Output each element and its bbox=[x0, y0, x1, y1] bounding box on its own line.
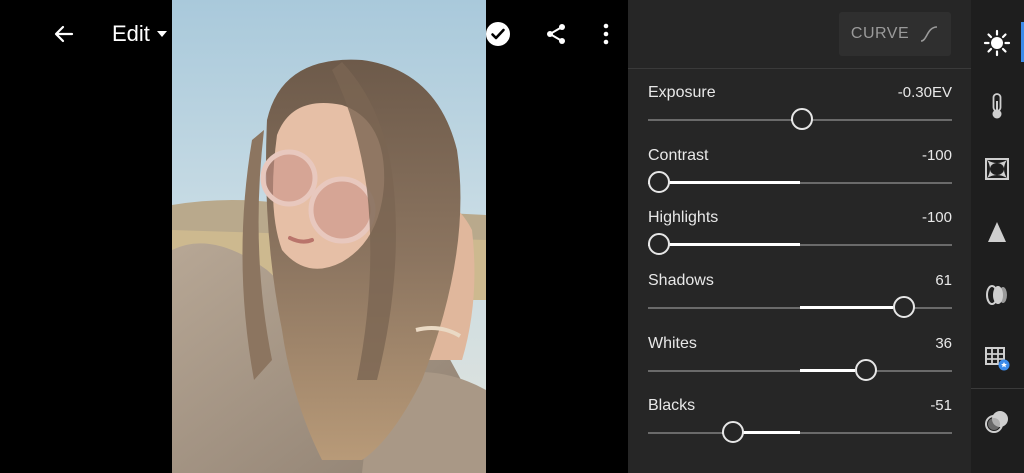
tool-color[interactable] bbox=[979, 88, 1015, 124]
more-options-button[interactable] bbox=[588, 16, 624, 52]
slider-label: Blacks bbox=[648, 397, 696, 414]
tool-detail[interactable] bbox=[979, 214, 1015, 250]
curve-label: CURVE bbox=[850, 25, 910, 42]
page-title: Edit bbox=[112, 21, 150, 46]
back-arrow-icon bbox=[54, 25, 74, 43]
effects-vignette-icon bbox=[985, 158, 1009, 180]
tool-geometry[interactable] bbox=[979, 340, 1015, 376]
share-button[interactable] bbox=[538, 16, 574, 52]
tool-optics[interactable] bbox=[979, 277, 1015, 313]
slider-label: Highlights bbox=[648, 209, 719, 226]
tool-effects[interactable] bbox=[979, 151, 1015, 187]
slider-fill bbox=[648, 243, 800, 246]
slider-label: Exposure bbox=[648, 84, 716, 101]
dropdown-caret-icon bbox=[156, 31, 167, 37]
slider-track[interactable] bbox=[648, 432, 952, 434]
slider-value: -100 bbox=[921, 209, 952, 226]
slider-fill bbox=[648, 181, 800, 184]
more-vertical-icon bbox=[603, 23, 609, 45]
tool-sidebar bbox=[971, 0, 1024, 473]
presets-icon bbox=[985, 411, 1008, 433]
slider-highlights[interactable]: Highlights -100 bbox=[648, 209, 952, 265]
slider-label: Whites bbox=[648, 335, 697, 352]
slider-handle[interactable] bbox=[648, 233, 670, 255]
slider-handle[interactable] bbox=[722, 421, 744, 443]
slider-value: -0.30EV bbox=[897, 84, 952, 101]
slider-whites[interactable]: Whites 36 bbox=[648, 335, 952, 391]
done-check-icon bbox=[486, 22, 510, 46]
detail-icon bbox=[988, 222, 1006, 242]
sidebar-divider bbox=[971, 388, 1024, 389]
slider-handle[interactable] bbox=[893, 296, 915, 318]
slider-label: Contrast bbox=[648, 147, 709, 164]
slider-fill bbox=[800, 306, 893, 309]
back-button[interactable] bbox=[46, 16, 82, 52]
panel-header: CURVE bbox=[628, 0, 971, 69]
tool-presets[interactable] bbox=[979, 404, 1015, 440]
slider-label: Shadows bbox=[648, 272, 714, 289]
slider-value: -100 bbox=[921, 147, 952, 164]
light-icon bbox=[983, 29, 1011, 57]
slider-handle[interactable] bbox=[855, 359, 877, 381]
slider-fill bbox=[800, 369, 855, 372]
light-adjustment-panel: CURVE Exposure -0.30EV Contrast -100 Hig… bbox=[628, 0, 971, 473]
tool-light[interactable] bbox=[979, 25, 1015, 61]
geometry-icon bbox=[985, 347, 1010, 371]
slider-handle[interactable] bbox=[648, 171, 670, 193]
photo-image bbox=[172, 0, 486, 473]
slider-value: 36 bbox=[935, 335, 952, 352]
color-temperature-icon bbox=[992, 93, 1002, 119]
slider-value: -51 bbox=[930, 397, 952, 414]
edit-menu-button[interactable]: Edit bbox=[112, 16, 178, 52]
slider-handle[interactable] bbox=[791, 108, 813, 130]
share-icon bbox=[547, 24, 565, 44]
curve-icon bbox=[920, 26, 938, 42]
photo-preview[interactable] bbox=[172, 0, 486, 473]
optics-icon bbox=[986, 285, 1007, 305]
slider-blacks[interactable]: Blacks -51 bbox=[648, 397, 952, 453]
curve-button[interactable]: CURVE bbox=[839, 12, 951, 56]
slider-exposure[interactable]: Exposure -0.30EV bbox=[648, 84, 952, 140]
slider-contrast[interactable]: Contrast -100 bbox=[648, 147, 952, 203]
slider-value: 61 bbox=[935, 272, 952, 289]
slider-shadows[interactable]: Shadows 61 bbox=[648, 272, 952, 328]
